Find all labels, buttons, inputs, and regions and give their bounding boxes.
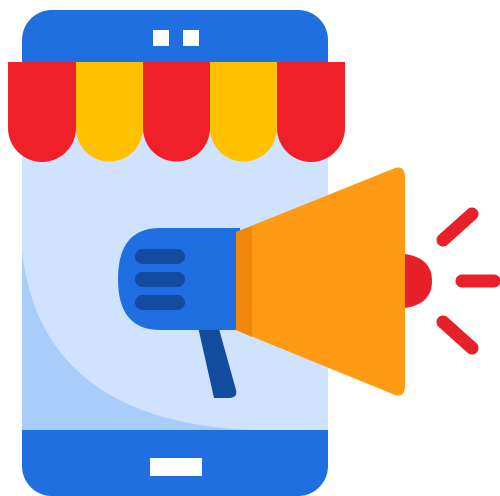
shop-awning-icon [8,62,345,162]
sound-waves-icon [436,207,500,355]
awning-stripe-1 [8,62,76,162]
sound-line-bottom [436,315,479,355]
megaphone-cone-shade [236,226,252,337]
sound-line-top [436,207,479,247]
megaphone-grip-bar-1 [135,249,185,264]
awning-stripe-3 [143,62,210,162]
phone-camera-dot-right [183,30,199,46]
phone-camera-dot-left [153,30,169,46]
awning-stripe-4 [210,62,277,162]
phone-home-button [150,458,202,476]
megaphone-grip-bar-2 [135,272,185,287]
shop-promotion-illustration [8,10,500,496]
megaphone-grip-bar-3 [135,295,185,310]
awning-stripe-2 [76,62,143,162]
megaphone-lip [405,254,432,308]
awning-stripe-5 [277,62,345,162]
